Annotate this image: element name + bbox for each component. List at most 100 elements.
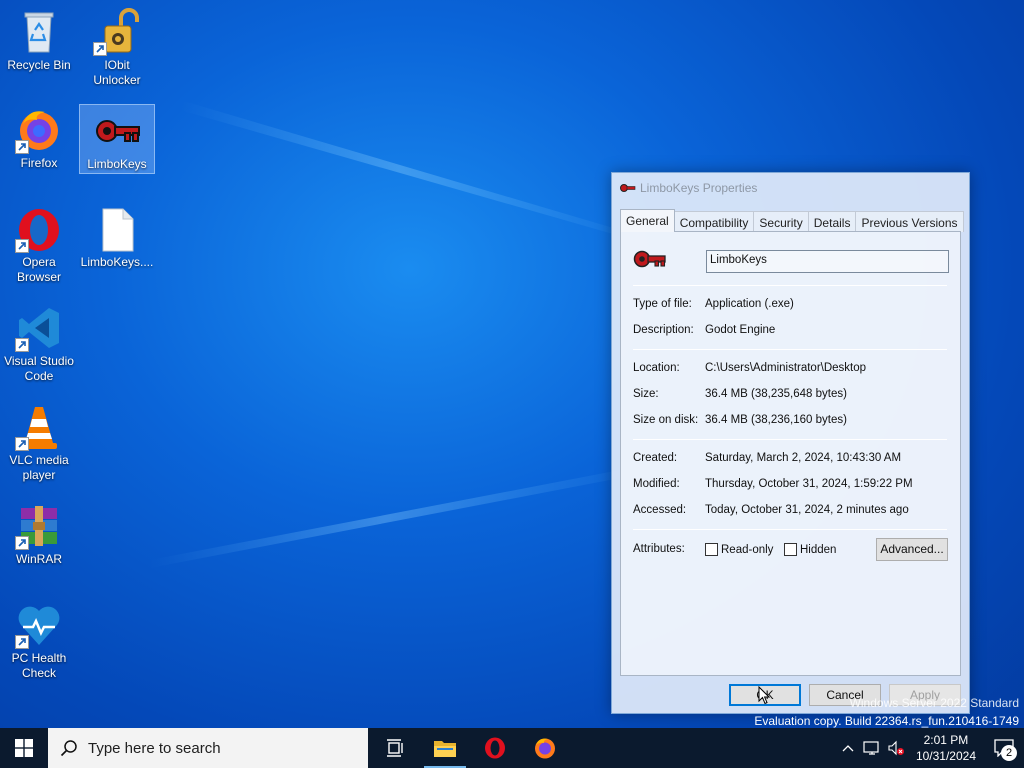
tab-compatibility[interactable]: Compatibility: [673, 211, 755, 232]
desktop-icon-vlc[interactable]: VLC media player: [1, 401, 77, 483]
windows-logo-icon: [15, 739, 33, 757]
tab-general[interactable]: General: [620, 209, 675, 232]
size-on-disk-label: Size on disk:: [633, 414, 699, 426]
file-name-input[interactable]: LimboKeys: [706, 250, 949, 273]
general-tab-panel: LimboKeys Type of file: Application (.ex…: [620, 231, 961, 676]
dialog-title-bar[interactable]: LimboKeys Properties: [612, 173, 969, 203]
separator: [633, 285, 947, 286]
start-button[interactable]: [0, 728, 48, 768]
size-value: 36.4 MB (38,235,648 bytes): [705, 388, 847, 400]
dialog-title: LimboKeys Properties: [640, 181, 758, 195]
tab-details[interactable]: Details: [807, 211, 857, 232]
desktop-icon-label: LimboKeys....: [80, 255, 154, 269]
hidden-label: Hidden: [800, 543, 837, 556]
readonly-label: Read-only: [721, 543, 774, 556]
created-value: Saturday, March 2, 2024, 10:43:30 AM: [705, 452, 902, 464]
taskbar-opera[interactable]: [470, 728, 520, 768]
watermark-edition: Windows Server 2022 Standard: [849, 696, 1019, 710]
heart-pulse-icon: [15, 601, 63, 649]
network-tray[interactable]: [860, 728, 884, 768]
blank-file-icon: [93, 205, 141, 253]
limbokeys-key-icon: [620, 184, 636, 192]
firefox-icon: [15, 106, 63, 154]
file-key-icon: [633, 250, 666, 268]
volume-tray[interactable]: [884, 728, 908, 768]
opera-icon: [15, 205, 63, 253]
advanced-button[interactable]: Advanced...: [876, 538, 948, 561]
windows-watermark: Windows Server 2022 Standard Evaluation …: [754, 694, 1019, 730]
network-icon: [863, 741, 879, 755]
iobit-unlocker-icon: [93, 8, 141, 56]
limbokeys-key-icon: [93, 107, 141, 155]
modified-label: Modified:: [633, 478, 680, 490]
shortcut-arrow-icon: [15, 338, 29, 352]
folder-icon: [434, 741, 456, 757]
desktop-icon-label: VLC media player: [9, 453, 69, 482]
clock-date: 10/31/2024: [915, 749, 976, 763]
desktop-icon-firefox[interactable]: Firefox: [1, 104, 77, 171]
accessed-value: Today, October 31, 2024, 2 minutes ago: [705, 504, 909, 516]
desktop-icon-label: Firefox: [20, 156, 58, 170]
desktop-icon-vscode[interactable]: Visual Studio Code: [1, 302, 77, 384]
separator: [633, 349, 947, 350]
desktop-icon-recycle-bin[interactable]: Recycle Bin: [1, 6, 77, 73]
system-tray: 2:01 PM 10/31/2024 2: [836, 728, 1024, 768]
show-hidden-icons[interactable]: [836, 728, 860, 768]
desktop-icon-label: LimboKeys: [87, 157, 147, 171]
vscode-icon: [15, 304, 63, 352]
desktop-icon-winrar[interactable]: WinRAR: [1, 500, 77, 567]
description-value: Godot Engine: [705, 324, 776, 336]
shortcut-arrow-icon: [15, 239, 29, 253]
desktop-icon-label: IObit Unlocker: [93, 58, 141, 87]
taskbar-firefox[interactable]: [520, 728, 570, 768]
accessed-label: Accessed:: [633, 504, 687, 516]
readonly-checkbox[interactable]: Read-only: [705, 543, 773, 556]
clock-time: 2:01 PM: [923, 733, 969, 747]
hidden-checkbox[interactable]: Hidden: [784, 543, 836, 556]
tab-security[interactable]: Security: [753, 211, 809, 232]
shortcut-arrow-icon: [15, 536, 29, 550]
readonly-checkbox-box[interactable]: [705, 543, 718, 556]
desktop-icon-iobit-unlocker[interactable]: IObit Unlocker: [79, 6, 155, 88]
hidden-checkbox-box[interactable]: [784, 543, 797, 556]
shortcut-arrow-icon: [93, 42, 107, 56]
winrar-books-icon: [15, 502, 63, 550]
description-label: Description:: [633, 324, 694, 336]
taskbar-clock[interactable]: 2:01 PM 10/31/2024: [908, 732, 984, 764]
shortcut-arrow-icon: [15, 140, 29, 154]
created-label: Created:: [633, 452, 678, 464]
notification-count-badge: 2: [1001, 745, 1017, 761]
search-icon: [60, 740, 77, 757]
type-value: Application (.exe): [705, 298, 794, 310]
tab-previous-versions[interactable]: Previous Versions: [855, 211, 964, 232]
firefox-icon: [535, 738, 555, 759]
opera-icon: [485, 737, 505, 759]
type-label: Type of file:: [633, 298, 692, 310]
task-view-icon: [387, 739, 403, 757]
task-view-button[interactable]: [370, 728, 420, 768]
properties-dialog[interactable]: LimboKeys Properties General Compatibili…: [611, 172, 970, 714]
desktop-icon-opera[interactable]: Opera Browser: [1, 203, 77, 285]
desktop-icon-pc-health-check[interactable]: PC Health Check: [1, 599, 77, 681]
volume-muted-icon: [888, 740, 904, 756]
search-placeholder: Type here to search: [88, 739, 221, 757]
chevron-up-icon: [842, 745, 854, 752]
desktop-icon-limbokeys[interactable]: LimboKeys: [79, 104, 155, 174]
separator: [633, 439, 947, 440]
taskbar: Type here to search 2:01 PM 10/31/2024 2: [0, 728, 1024, 768]
modified-value: Thursday, October 31, 2024, 1:59:22 PM: [705, 478, 913, 490]
shortcut-arrow-icon: [15, 437, 29, 451]
desktop-icon-label: Visual Studio Code: [4, 354, 74, 383]
vlc-cone-icon: [15, 403, 63, 451]
location-label: Location:: [633, 362, 680, 374]
shortcut-arrow-icon: [15, 635, 29, 649]
separator: [633, 529, 947, 530]
desktop-icon-limbokeys-file[interactable]: LimboKeys....: [79, 203, 155, 270]
size-on-disk-value: 36.4 MB (38,236,160 bytes): [705, 414, 847, 426]
desktop-icon-label: Opera Browser: [16, 255, 61, 284]
taskbar-search-box[interactable]: Type here to search: [48, 728, 368, 768]
taskbar-file-explorer[interactable]: [420, 728, 470, 768]
desktop-icon-label: PC Health Check: [11, 651, 67, 680]
location-value: C:\Users\Administrator\Desktop: [705, 362, 867, 374]
action-center-button[interactable]: 2: [984, 728, 1024, 768]
